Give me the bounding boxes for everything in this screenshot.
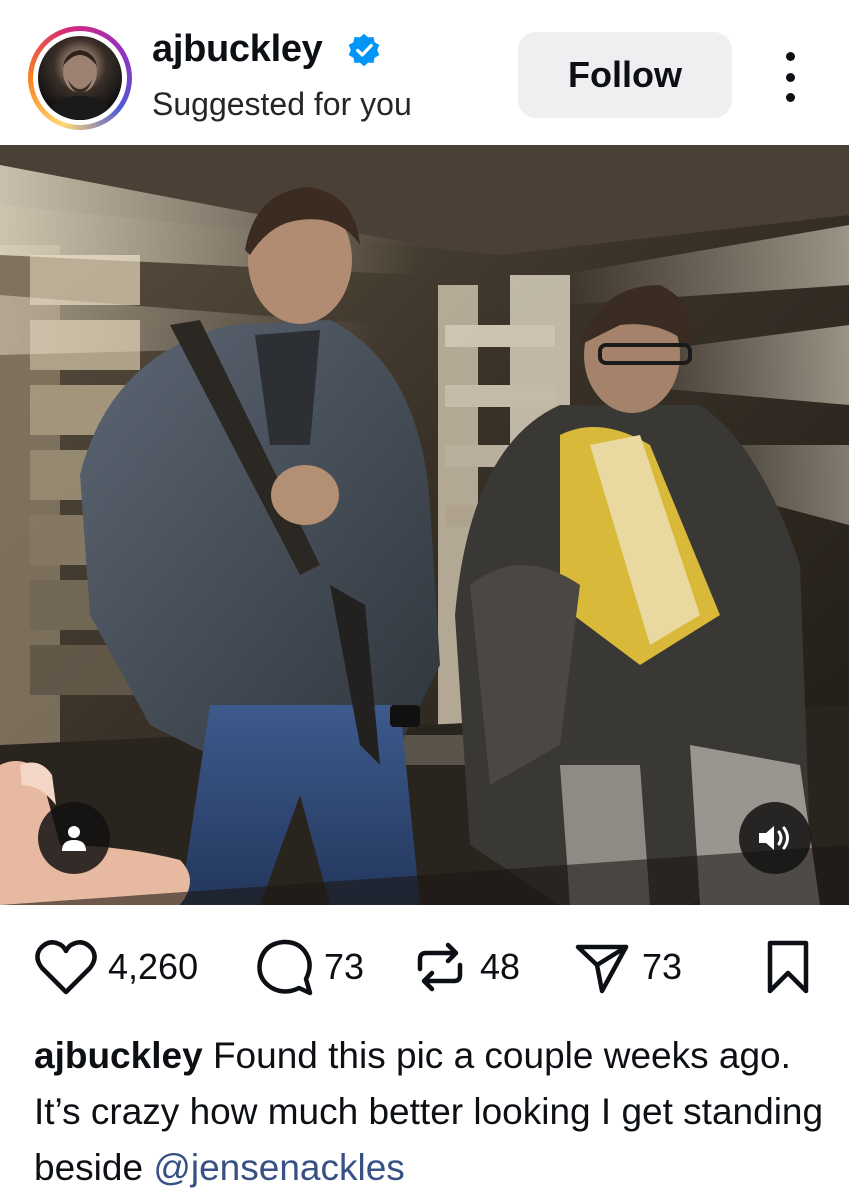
avatar-image <box>46 50 114 120</box>
repost-count: 48 <box>480 946 521 987</box>
repost-button[interactable]: 48 <box>410 935 520 999</box>
heart-icon <box>35 940 97 995</box>
caption-mention[interactable]: @jensenackles <box>153 1147 404 1188</box>
story-ring[interactable] <box>28 26 132 130</box>
avatar[interactable] <box>38 36 122 120</box>
comment-icon <box>257 939 313 996</box>
like-button[interactable]: 4,260 <box>34 935 198 999</box>
post-header: ajbuckley Suggested for you Follow <box>0 0 849 145</box>
repost-icon <box>417 942 463 992</box>
action-bar: 4,260 73 48 73 <box>0 905 849 1030</box>
post-caption: ajbuckley Found this pic a couple weeks … <box>34 1028 824 1196</box>
photo-scene <box>0 145 849 905</box>
more-options-icon[interactable] <box>770 52 810 102</box>
share-icon <box>575 944 629 994</box>
suggested-label: Suggested for you <box>152 86 412 122</box>
comment-count: 73 <box>324 946 365 987</box>
share-count: 73 <box>642 946 683 987</box>
follow-button[interactable]: Follow <box>518 32 732 118</box>
like-count: 4,260 <box>108 946 199 987</box>
save-button[interactable] <box>760 935 816 999</box>
username[interactable]: ajbuckley <box>152 28 323 71</box>
sound-icon[interactable] <box>739 802 811 874</box>
caption-username[interactable]: ajbuckley <box>34 1035 203 1076</box>
verified-badge-icon <box>348 33 380 67</box>
bookmark-icon <box>767 940 809 994</box>
user-tag-icon[interactable] <box>38 802 110 874</box>
post-image[interactable] <box>0 145 849 905</box>
share-button[interactable]: 73 <box>572 935 682 999</box>
comment-button[interactable]: 73 <box>254 935 364 999</box>
